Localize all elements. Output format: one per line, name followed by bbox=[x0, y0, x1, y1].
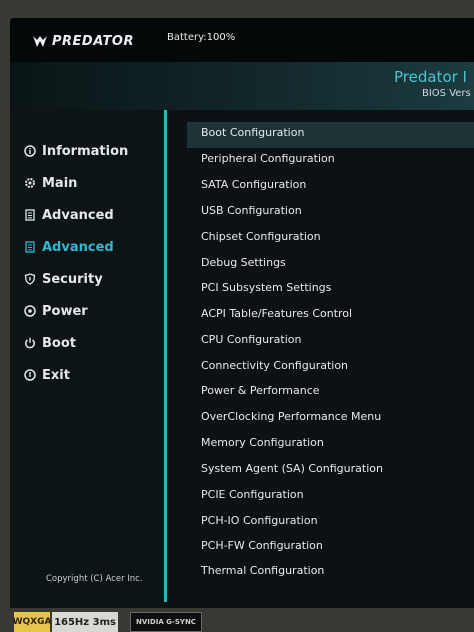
menu-item-memory-configuration[interactable]: Memory Configuration bbox=[201, 436, 324, 452]
menu-item-pch-io-configuration[interactable]: PCH-IO Configuration bbox=[201, 514, 318, 530]
info-icon bbox=[24, 145, 36, 157]
nav-label: Advanced bbox=[42, 239, 114, 255]
nav-label: Exit bbox=[42, 367, 70, 383]
wqxga-sticker: WQXGA bbox=[13, 612, 51, 632]
boot-icon bbox=[24, 337, 36, 349]
bios-version: BIOS Vers bbox=[422, 88, 471, 99]
copyright: Copyright (C) Acer Inc. bbox=[46, 574, 143, 584]
battery-status: Battery:100% bbox=[167, 32, 236, 43]
nav-label: Main bbox=[42, 175, 78, 191]
menu-item-pci-subsystem-settings[interactable]: PCI Subsystem Settings bbox=[201, 281, 331, 297]
nav-label: Security bbox=[42, 271, 103, 287]
nav-label: Boot bbox=[42, 335, 76, 351]
bios-screen: PREDATOR Battery:100% Predator I BIOS Ve… bbox=[10, 18, 474, 608]
nav-boot[interactable]: Boot bbox=[24, 333, 76, 353]
predator-logo: PREDATOR bbox=[32, 34, 134, 49]
menu-item-pcie-configuration[interactable]: PCIE Configuration bbox=[201, 488, 304, 504]
menu-item-connectivity-configuration[interactable]: Connectivity Configuration bbox=[201, 359, 348, 375]
nvidia-gsync-sticker: NVIDIA G-SYNC bbox=[130, 612, 202, 632]
menu-item-overclocking-performance[interactable]: OverClocking Performance Menu bbox=[201, 410, 381, 426]
menu-item-sata-configuration[interactable]: SATA Configuration bbox=[201, 178, 306, 194]
logo-text: PREDATOR bbox=[52, 34, 134, 49]
shield-icon bbox=[24, 273, 36, 285]
power-icon bbox=[24, 305, 36, 317]
menu-item-cpu-configuration[interactable]: CPU Configuration bbox=[201, 333, 301, 349]
document-icon bbox=[24, 241, 36, 253]
menu-item-power-performance[interactable]: Power & Performance bbox=[201, 384, 320, 400]
menu-item-boot-configuration[interactable]: Boot Configuration bbox=[201, 126, 304, 142]
nav-label: Information bbox=[42, 143, 129, 159]
menu-item-peripheral-configuration[interactable]: Peripheral Configuration bbox=[201, 152, 335, 168]
nav-power[interactable]: Power bbox=[24, 301, 88, 321]
refresh-rate-sticker: 165Hz 3ms bbox=[52, 612, 118, 632]
predator-logo-icon bbox=[33, 35, 47, 47]
nav-information[interactable]: Information bbox=[24, 141, 128, 161]
menu-item-usb-configuration[interactable]: USB Configuration bbox=[201, 204, 302, 220]
exit-icon bbox=[24, 369, 36, 381]
top-bar: PREDATOR Battery:100% bbox=[10, 18, 474, 62]
nav-exit[interactable]: Exit bbox=[24, 365, 70, 385]
menu-item-pch-fw-configuration[interactable]: PCH-FW Configuration bbox=[201, 539, 323, 555]
menu-item-thermal-configuration[interactable]: Thermal Configuration bbox=[201, 564, 324, 580]
nav-advanced-active[interactable]: Advanced bbox=[24, 237, 114, 257]
document-icon bbox=[24, 209, 36, 221]
nav-security[interactable]: Security bbox=[24, 269, 103, 289]
nav-main[interactable]: Main bbox=[24, 173, 77, 193]
menu-item-system-agent-configuration[interactable]: System Agent (SA) Configuration bbox=[201, 462, 383, 478]
menu-item-chipset-configuration[interactable]: Chipset Configuration bbox=[201, 230, 321, 246]
brand-title: Predator I bbox=[394, 68, 467, 86]
nav-label: Advanced bbox=[42, 207, 114, 223]
gear-icon bbox=[24, 177, 36, 189]
menu-item-acpi-table[interactable]: ACPI Table/Features Control bbox=[201, 307, 352, 323]
nav-label: Power bbox=[42, 303, 88, 319]
menu-item-debug-settings[interactable]: Debug Settings bbox=[201, 256, 286, 272]
header-banner: Predator I BIOS Vers bbox=[10, 62, 474, 110]
nav-advanced[interactable]: Advanced bbox=[24, 205, 114, 225]
